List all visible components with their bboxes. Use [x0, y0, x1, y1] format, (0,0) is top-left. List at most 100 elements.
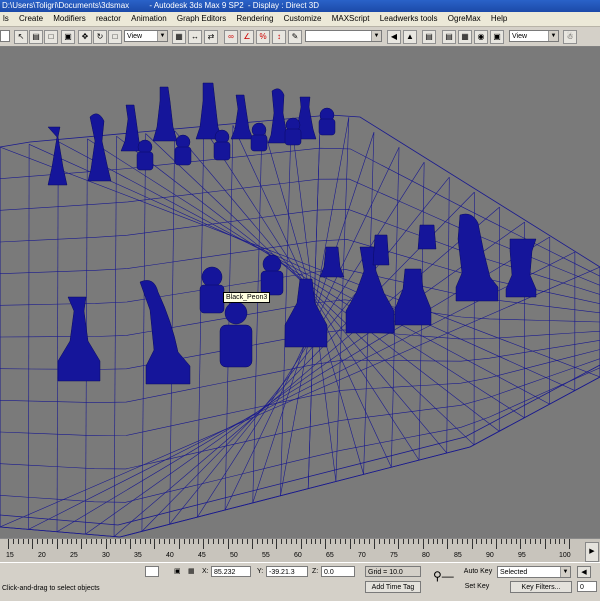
snap-toggle-icon[interactable]: ∞ [224, 30, 238, 44]
add-time-tag-button[interactable]: Add Time Tag [365, 581, 421, 593]
ruler-tick [125, 539, 126, 544]
align-icon[interactable]: ⇄ [204, 30, 218, 44]
menu-item-ogremax[interactable]: OgreMax [445, 12, 486, 26]
render-setup-icon[interactable]: ▣ [490, 30, 504, 44]
ruler-tick [467, 539, 468, 544]
render-view-select[interactable]: View▼ [509, 30, 559, 42]
key-mode-select[interactable]: Selected▼ [497, 566, 571, 578]
mirror-icon[interactable]: ↔ [188, 30, 202, 44]
tick-label: 80 [422, 552, 430, 559]
ruler-tick [208, 539, 209, 544]
auto-key-button[interactable]: Auto Key [462, 566, 494, 578]
tick-label: 20 [38, 552, 46, 559]
z-coordinate-field[interactable]: 0.0 [321, 566, 355, 577]
ruler-tick [320, 539, 321, 544]
menu-item-ls[interactable]: ls [0, 12, 14, 26]
perspective-viewport[interactable]: Black_Peon3 [0, 47, 600, 538]
x-coordinate-field[interactable]: 85.232 [211, 566, 251, 577]
align-tool-icon[interactable]: ▲ [403, 30, 417, 44]
main-toolbar: ↖ ▤ □ ▣ ✥ ↻ □ View▼ ▦ ↔ ⇄ ∞ ∠ % ↕ ✎ ▼ ◀ … [0, 27, 600, 47]
tick-label: 70 [358, 552, 366, 559]
menu-item-maxscript[interactable]: MAXScript [329, 12, 375, 26]
ruler-tick [525, 539, 526, 544]
menu-item-reactor[interactable]: reactor [93, 12, 126, 26]
mirror-tool-icon[interactable]: ◀ [387, 30, 401, 44]
angle-snap-icon[interactable]: ∠ [240, 30, 254, 44]
ruler-tick [555, 539, 556, 544]
ruler-tick [8, 539, 9, 549]
menu-item-help[interactable]: Help [488, 12, 512, 26]
select-object-icon[interactable]: ↖ [14, 30, 28, 44]
ruler-tick [140, 539, 141, 544]
title-app: - Autodesk 3ds Max 9 SP2 [131, 1, 243, 10]
transform-mode-icon[interactable]: ▦ [188, 566, 195, 577]
title-display: - Display : Direct 3D [246, 1, 319, 10]
timeline-scroll-icon[interactable]: ▶ [585, 542, 599, 562]
ruler-tick [369, 539, 370, 544]
menu-item-modifiers[interactable]: Modifiers [50, 12, 90, 26]
board-front-edge [0, 377, 600, 537]
select-move-icon[interactable]: ✥ [78, 30, 92, 44]
ruler-tick [403, 539, 404, 544]
key-filters-button[interactable]: Key Filters... [510, 581, 572, 593]
named-selection-set-select[interactable]: ▼ [305, 30, 382, 42]
menu-item-graph-editors[interactable]: Graph Editors [174, 12, 231, 26]
ruler-tick [496, 539, 497, 549]
select-rotate-icon[interactable]: ↻ [93, 30, 107, 44]
title-bar: D:\Users\Toligri\Documents\3dsmax - Auto… [0, 0, 600, 12]
ruler-tick [516, 539, 517, 544]
select-scale-icon[interactable]: □ [108, 30, 122, 44]
set-key-button[interactable]: Set Key [462, 581, 492, 593]
pawn-base [251, 135, 267, 151]
ruler-tick [511, 539, 512, 544]
named-selection-icon[interactable]: ✎ [288, 30, 302, 44]
tick-label: 75 [390, 552, 398, 559]
ruler-tick [262, 539, 263, 544]
curve-editor-icon[interactable]: ▤ [442, 30, 456, 44]
menu-item-rendering[interactable]: Rendering [234, 12, 279, 26]
chess-piece-rook [506, 239, 536, 297]
schematic-view-icon[interactable]: ▦ [458, 30, 472, 44]
ruler-tick [179, 539, 180, 549]
quick-render-icon[interactable]: ☃ [563, 30, 577, 44]
ruler-tick [71, 539, 72, 544]
tick-label: 100 [559, 552, 571, 559]
key-icon[interactable]: ⚲— [433, 571, 454, 582]
pivot-icon[interactable]: ▦ [172, 30, 186, 44]
selection-lock-toggle[interactable] [145, 566, 159, 577]
frame-field[interactable]: 0 [577, 581, 597, 592]
chess-piece-king-top [373, 235, 389, 265]
time-ruler[interactable]: 15 20 25 30 35 40 45 50 55 60 65 70 75 8… [0, 539, 578, 563]
ruler-tick [325, 539, 326, 549]
percent-snap-icon[interactable]: % [256, 30, 270, 44]
ruler-tick [164, 539, 165, 544]
y-coordinate-field[interactable]: -39.21.3 [266, 566, 308, 577]
tick-label: 65 [326, 552, 334, 559]
reference-coord-select[interactable]: View▼ [124, 30, 168, 42]
go-to-start-icon[interactable]: ◀ [577, 566, 591, 578]
menu-bar: ls Create Modifiers reactor Animation Gr… [0, 12, 600, 27]
ruler-tick [37, 539, 38, 544]
menu-item-customize[interactable]: Customize [281, 12, 327, 26]
window-crossing-icon[interactable]: ▣ [61, 30, 75, 44]
ruler-tick [130, 539, 131, 549]
menu-item-leadwerks-tools[interactable]: Leadwerks tools [377, 12, 443, 26]
ruler-tick [272, 539, 273, 544]
menu-item-create[interactable]: Create [16, 12, 48, 26]
pawn-base [214, 142, 230, 160]
ruler-tick [32, 539, 33, 549]
layer-manager-icon[interactable]: ▤ [422, 30, 436, 44]
ruler-tick [437, 539, 438, 544]
material-editor-icon[interactable]: ◉ [474, 30, 488, 44]
spinner-snap-icon[interactable]: ↕ [272, 30, 286, 44]
ruler-tick [564, 539, 565, 544]
rect-selection-icon[interactable]: □ [44, 30, 58, 44]
ruler-tick [193, 539, 194, 544]
select-by-name-icon[interactable]: ▤ [29, 30, 43, 44]
absolute-mode-icon[interactable]: ▣ [174, 566, 181, 577]
time-slider[interactable]: 15 20 25 30 35 40 45 50 55 60 65 70 75 8… [0, 538, 600, 563]
tick-label: 25 [70, 552, 78, 559]
ruler-tick [281, 539, 282, 544]
menu-item-animation[interactable]: Animation [128, 12, 172, 26]
undo-dropdown[interactable] [0, 30, 10, 42]
